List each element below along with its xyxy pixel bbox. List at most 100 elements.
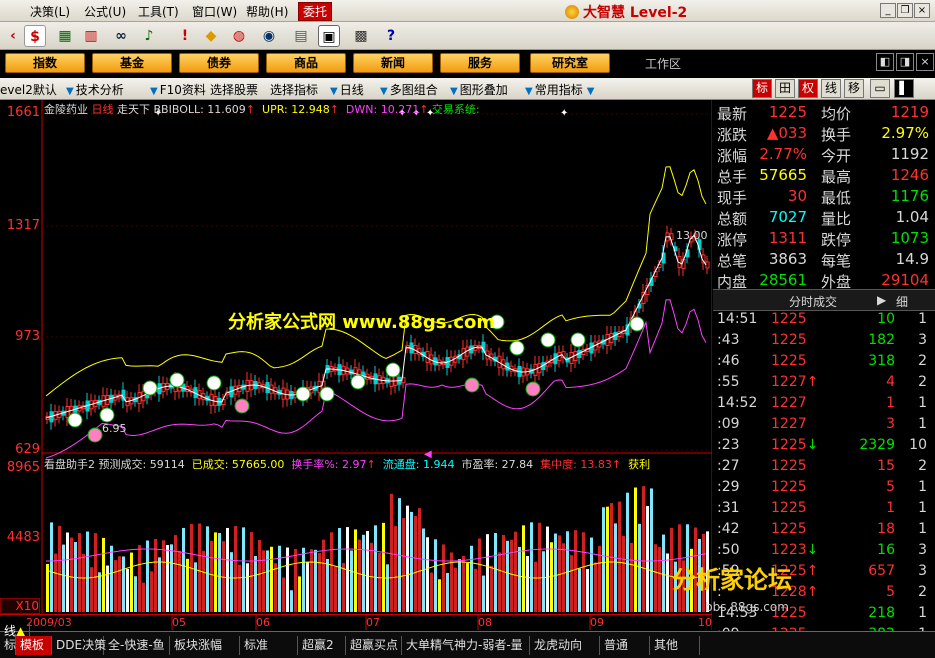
volume-bar [582, 532, 585, 612]
tick-count: 1 [918, 311, 927, 327]
quick-tab-mark[interactable]: 标 [752, 79, 772, 98]
quote-row: 现手 30 最低 1176 [713, 187, 935, 209]
bottom-tab[interactable]: 大单精气神力-弱者-量 [402, 636, 530, 655]
grid-icon[interactable]: ▩ [350, 25, 372, 47]
volume-bar [654, 544, 657, 612]
commodity-button[interactable]: 商品 [266, 53, 346, 73]
menu-window[interactable]: 窗口(W) [192, 3, 237, 20]
menu-trade[interactable]: 委托 [298, 2, 333, 21]
bottom-tab[interactable]: 板块涨幅 [170, 636, 240, 655]
card-icon[interactable]: ▦ [54, 25, 76, 47]
function-bar: 指数 基金 债券 商品 新闻 服务 研究室 工作区 ◧ ◨ × [0, 50, 935, 76]
smiley-icon [142, 380, 158, 396]
news-button[interactable]: 新闻 [353, 53, 433, 73]
brand-logo: 大智慧 Level-2 [565, 2, 725, 21]
volume-bar [466, 563, 469, 612]
research-button[interactable]: 研究室 [530, 53, 610, 73]
chart-disk-icon[interactable]: ◍ [228, 25, 250, 47]
bottom-tab[interactable]: 标 [0, 636, 16, 655]
tick-price-value: 1225 [771, 353, 807, 369]
trade-system-label: 交易系统: [431, 103, 480, 116]
kline-chart-svg[interactable]: ✦ ✦ ✦ ✦ ✦◀ [0, 100, 712, 630]
menu-tools[interactable]: 工具(T) [138, 3, 179, 20]
kline-chart[interactable]: ✦ ✦ ✦ ✦ ✦ ◀ 1661 1317 973 629 8965 4483 X10 金… [0, 100, 712, 630]
bottom-tab[interactable]: 龙虎动向 [530, 636, 600, 655]
bottom-tab[interactable]: DDE决策 [52, 636, 106, 655]
bottom-tab[interactable]: 其他 [650, 636, 700, 655]
disk-icon[interactable]: ◉ [258, 25, 280, 47]
play-icon[interactable]: ▶ [877, 293, 886, 307]
tab-select-stock[interactable]: 选择股票 [210, 81, 258, 98]
volume-bar [506, 540, 509, 612]
volume-bar [326, 558, 329, 612]
volume-bar [262, 550, 265, 612]
quick-tab-line[interactable]: 线 [821, 79, 841, 98]
tick-price-value: 1227 [771, 416, 807, 432]
tab-select-indicator[interactable]: 选择指标 [270, 81, 318, 98]
menu-formula[interactable]: 公式(U) [84, 3, 126, 20]
diamond-icon[interactable]: ◆ [200, 25, 222, 47]
cursor-help-icon[interactable]: ? [380, 25, 402, 47]
panel-right-icon[interactable]: ◨ [896, 53, 914, 71]
tick-row: 14:51 1225 10 1 [713, 311, 935, 332]
tick-header-label[interactable]: 分时成交 [789, 293, 837, 310]
panel-left-icon[interactable]: ◧ [876, 53, 894, 71]
panel-close-icon[interactable]: × [916, 53, 934, 71]
volume-bar [498, 552, 501, 612]
bottom-tab[interactable]: 模板 [16, 636, 52, 655]
index-button[interactable]: 指数 [5, 53, 85, 73]
menu-help[interactable]: 帮助(H) [246, 3, 288, 20]
tab-multi-chart[interactable]: ▼ 多图组合 [380, 81, 438, 98]
notepad-icon[interactable]: ▤ [290, 25, 312, 47]
arrow-left-icon[interactable]: ‹ [2, 25, 24, 47]
layout-icon[interactable]: ▣ [318, 25, 340, 47]
fund-button[interactable]: 基金 [92, 53, 172, 73]
volume-bar [134, 576, 137, 612]
tab-daily[interactable]: ▼ 日线 [330, 81, 364, 98]
volume-bar [238, 564, 241, 612]
restore-button[interactable]: ❐ [897, 3, 913, 18]
tab-f10[interactable]: ▼ F10资料 [150, 81, 206, 98]
volume-bar [382, 522, 385, 612]
quick-tab-grid[interactable]: 田 [775, 79, 795, 98]
volume-bar [446, 572, 449, 612]
bottom-tab[interactable]: 超赢买点 [346, 636, 402, 655]
bottom-tab[interactable]: 超赢2 [298, 636, 346, 655]
service-button[interactable]: 服务 [440, 53, 520, 73]
volume-bar [334, 566, 337, 612]
bell-icon[interactable]: ♪ [138, 25, 160, 47]
tab-common-indicator[interactable]: ▼ 常用指标 ▼ [525, 81, 596, 98]
quote-value: 1246 [890, 166, 929, 184]
minimize-button[interactable]: _ [880, 3, 896, 18]
dollar-icon[interactable]: $ [24, 25, 46, 47]
tab-overlay[interactable]: ▼ 图形叠加 [450, 81, 508, 98]
volume-bar [390, 493, 393, 612]
quote-label: 现手 [717, 189, 748, 207]
tick-count: 1 [918, 416, 927, 432]
tab-level2-default[interactable]: evel2默认 [0, 81, 57, 98]
quick-tab-rights[interactable]: 权 [798, 79, 818, 98]
workzone-label[interactable]: 工作区 [645, 55, 681, 72]
binoculars-icon[interactable]: ∞ [110, 25, 132, 47]
tab-tech-analysis[interactable]: ▼ 技术分析 [66, 81, 124, 98]
tick-detail-button[interactable]: 细 [896, 293, 908, 310]
volume-bar [534, 561, 537, 612]
menu-decision[interactable]: 决策(L) [30, 3, 70, 20]
bottom-tab[interactable]: 标准 [240, 636, 298, 655]
volume-bar [254, 555, 257, 612]
volume-bar [214, 532, 217, 612]
panel-collapse-icon[interactable]: ▌ [894, 79, 914, 98]
tick-time: :43 [717, 332, 740, 348]
quick-tab-move[interactable]: 移 [844, 79, 864, 98]
bottom-tab[interactable]: 全-快速-鱼 [104, 636, 170, 655]
bars-icon[interactable]: ▥ [80, 25, 102, 47]
close-button[interactable]: × [914, 3, 930, 18]
quote-row: 涨幅 2.77% 今开 1192 [713, 145, 935, 167]
bottom-tab[interactable]: 普通 [600, 636, 650, 655]
volume-bar [298, 576, 301, 612]
volume-bar [454, 567, 457, 612]
panel-toggle-icon[interactable]: ▭ [870, 79, 890, 98]
volume-bar [158, 557, 161, 612]
alert-icon[interactable]: ! [174, 25, 196, 47]
bond-button[interactable]: 债券 [179, 53, 259, 73]
